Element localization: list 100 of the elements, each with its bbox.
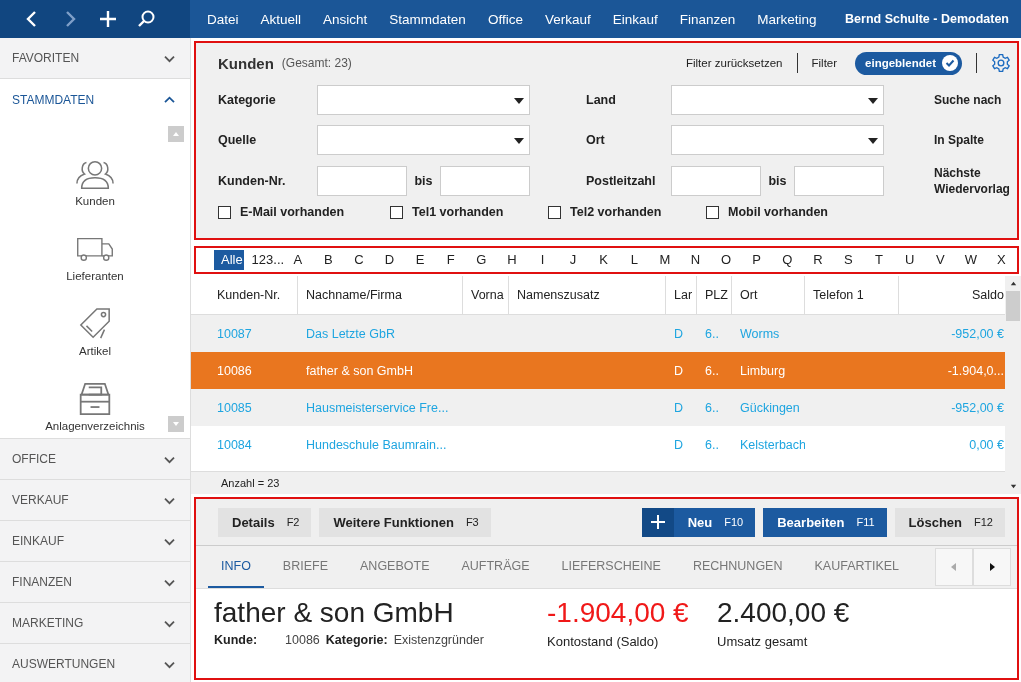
checkbox[interactable]: Tel2 vorhanden [548,205,706,219]
sidebar-section[interactable]: STAMMDATEN [0,79,190,120]
tab[interactable]: LIEFERSCHEINE [548,546,674,588]
sidebar-section[interactable]: VERKAUF [0,480,190,521]
caret-up-icon[interactable] [1008,279,1018,288]
sidebar-item[interactable]: Kunden [75,132,115,207]
letter-tab[interactable]: M [649,250,680,270]
scroll-up-button[interactable] [168,126,184,142]
search-icon[interactable] [136,9,156,29]
column-header[interactable]: Ort [732,276,805,314]
sidebar-item[interactable]: Artikel [76,282,114,357]
action-button[interactable]: Löschen F12 [894,507,1005,537]
sidebar-section[interactable]: AUSWERTUNGEN [0,644,190,682]
letter-tab[interactable]: X [986,250,1017,270]
scrollbar-thumb[interactable] [1006,291,1020,321]
settings-icon[interactable] [991,53,1011,73]
menu-item[interactable]: Marketing [746,11,828,27]
tab[interactable]: AUFTRÄGE [448,546,543,588]
input-field[interactable] [794,166,884,196]
sidebar-section[interactable]: EINKAUF [0,521,190,562]
menu-item[interactable]: Aktuell [249,11,313,27]
menu-item[interactable]: Einkauf [601,11,669,27]
checkbox[interactable]: E-Mail vorhanden [218,205,390,219]
table-cell: D [674,363,684,378]
letter-tab[interactable]: C [343,250,374,270]
add-icon[interactable] [98,9,118,29]
dropdown-field[interactable] [317,85,530,115]
letter-tab[interactable]: Alle [214,250,244,270]
filter-toggle[interactable]: eingeblendet [855,51,962,75]
caret-down-icon[interactable] [1008,482,1018,491]
letter-tab[interactable]: K [588,250,619,270]
column-header[interactable]: Saldo [899,276,1006,314]
check-icon [942,55,958,71]
field-label: In Spalte [933,132,985,148]
amount-label: Kontostand (Saldo) [547,634,660,649]
letter-tab[interactable]: U [894,250,925,270]
letter-tab[interactable]: D [374,250,405,270]
sidebar-item[interactable]: Anlagenverzeichnis [45,357,145,432]
column-header[interactable]: Namenszusatz [509,276,666,314]
letter-tab[interactable]: V [925,250,956,270]
scrollbar[interactable] [1005,276,1021,494]
checkbox[interactable]: Tel1 vorhanden [390,205,548,219]
action-button[interactable]: Weitere Funktionen F3 [319,507,491,537]
menu-item[interactable]: Verkauf [533,11,602,27]
sidebar-section[interactable]: OFFICE [0,439,190,480]
letter-tab[interactable]: P [741,250,772,270]
menu-item[interactable]: Ansicht [312,11,379,27]
letter-tab[interactable]: F [435,250,466,270]
dropdown-field[interactable] [671,125,884,155]
letter-tab[interactable]: G [466,250,497,270]
letter-tab[interactable]: B [313,250,344,270]
column-header[interactable]: Kunden-Nr. [191,276,298,314]
letter-tab[interactable]: H [496,250,527,270]
previous-tab-button[interactable] [935,548,973,586]
letter-tab[interactable]: Q [772,250,803,270]
tab[interactable]: BRIEFE [269,546,341,588]
field-label: bis [767,174,788,188]
tab[interactable]: RECHNUNGEN [679,546,796,588]
letter-tab[interactable]: O [711,250,742,270]
scroll-down-button[interactable] [168,416,184,432]
sidebar-item[interactable]: Lieferanten [66,207,124,282]
checkbox[interactable]: Mobil vorhanden [706,205,878,219]
column-header[interactable]: PLZ [697,276,732,314]
letter-tab[interactable]: N [680,250,711,270]
input-field[interactable] [440,166,530,196]
tab[interactable]: INFO [208,546,264,588]
letter-tab[interactable]: L [619,250,650,270]
reset-filter-link[interactable]: Filter zurücksetzen [686,57,783,69]
column-header[interactable]: Nachname/Firma [298,276,463,314]
letter-tab[interactable]: S [833,250,864,270]
tab[interactable]: ANGEBOTE [347,546,443,588]
sidebar-section[interactable]: FINANZEN [0,562,190,603]
letter-tab[interactable]: R [802,250,833,270]
action-button[interactable]: Bearbeiten F11 [763,507,887,537]
menu-item[interactable]: Office [476,11,534,27]
column-header[interactable]: Lar [666,276,697,314]
letter-tab[interactable]: T [864,250,895,270]
action-button[interactable]: Details F2 [218,507,312,537]
next-tab-button[interactable] [973,548,1011,586]
letter-tab[interactable]: J [558,250,589,270]
letter-tab[interactable]: I [527,250,558,270]
dropdown-field[interactable] [671,85,884,115]
new-button[interactable]: Neu F10 [641,507,756,537]
input-field[interactable] [317,166,407,196]
chevron-down-icon [163,577,176,587]
dropdown-field[interactable] [317,125,530,155]
tab[interactable]: KAUFARTIKEL [801,546,912,588]
menu-item[interactable]: Stammdaten [378,11,477,27]
menu-item[interactable]: Datei [196,11,250,27]
menu-item[interactable]: Finanzen [668,11,747,27]
input-field[interactable] [671,166,761,196]
letter-tab[interactable]: W [955,250,986,270]
letter-tab[interactable]: E [405,250,436,270]
table-cell: 6.. [705,326,719,341]
letter-tab[interactable]: A [282,250,313,270]
table-cell: Hundeschule Baumrain... [306,437,447,452]
sidebar-section[interactable]: MARKETING [0,603,190,644]
column-header[interactable]: Vorna [463,276,509,314]
letter-tab[interactable]: 123... [244,250,283,270]
column-header[interactable]: Telefon 1 [805,276,899,314]
